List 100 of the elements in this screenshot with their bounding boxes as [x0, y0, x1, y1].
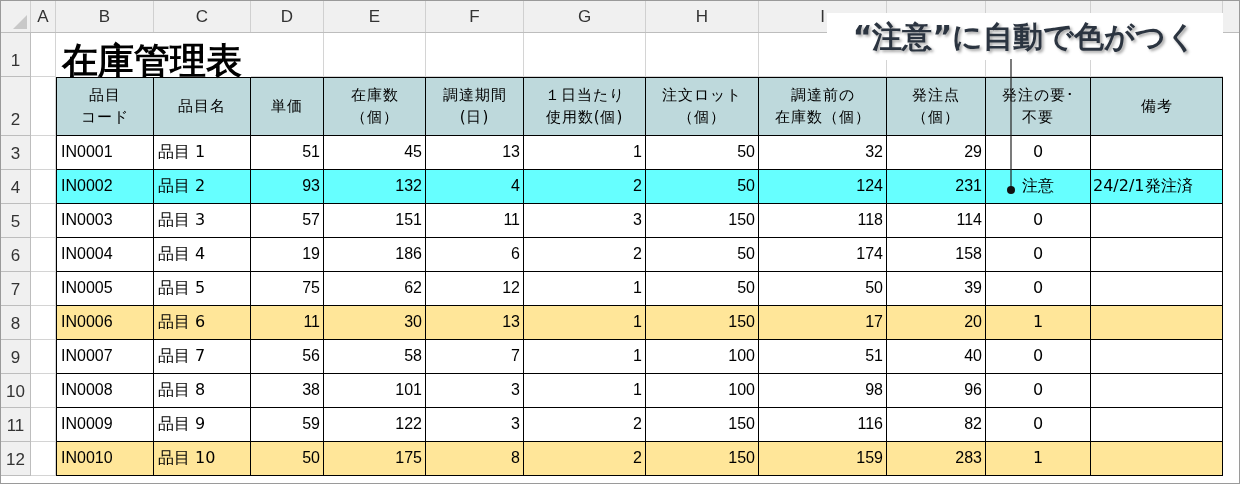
- table-cell: 4: [426, 170, 524, 204]
- row-header[interactable]: 9: [1, 340, 31, 374]
- table-cell: 11: [251, 306, 324, 340]
- column-header[interactable]: I: [820, 3, 825, 30]
- column-header[interactable]: H: [695, 3, 709, 30]
- heading-text: (日): [459, 106, 490, 128]
- row-header[interactable]: 12: [1, 442, 31, 476]
- row-header[interactable]: 8: [1, 306, 31, 340]
- column-header[interactable]: D: [280, 3, 294, 30]
- table-cell: 12: [426, 272, 524, 306]
- table-cell: 114: [887, 204, 986, 238]
- column-header[interactable]: F: [469, 3, 480, 30]
- table-cell: 50: [646, 170, 759, 204]
- table-cell: 62: [324, 272, 426, 306]
- table-cell: IN0010: [56, 442, 154, 476]
- heading-text: 在庫数: [350, 84, 399, 106]
- table-cell: 159: [759, 442, 887, 476]
- heading-text: 発注点: [912, 84, 960, 106]
- table-cell: 231: [887, 170, 986, 204]
- column-header[interactable]: E: [368, 3, 381, 30]
- table-cell: 7: [426, 340, 524, 374]
- table-cell: 174: [759, 238, 887, 272]
- table-cell: 75: [251, 272, 324, 306]
- table-cell: 2: [524, 170, 646, 204]
- table-cell: 注意: [986, 170, 1091, 204]
- table-cell: 0: [986, 204, 1091, 238]
- table-cell: 0: [986, 238, 1091, 272]
- table-cell: 0: [986, 408, 1091, 442]
- table-cell: 3: [426, 374, 524, 408]
- row-header[interactable]: 5: [1, 204, 31, 238]
- table-cell: 50: [251, 442, 324, 476]
- table-cell: 13: [426, 306, 524, 340]
- heading-text: 在庫数（個）: [774, 106, 871, 128]
- table-cell: 品目 2: [154, 170, 251, 204]
- table-cell: 品目 1: [154, 136, 251, 170]
- table-cell: 118: [759, 204, 887, 238]
- table-cell: 1: [524, 272, 646, 306]
- table-cell: 100: [646, 340, 759, 374]
- table-cell: 11: [426, 204, 524, 238]
- table-cell: 1: [524, 306, 646, 340]
- table-cell: 品目 10: [154, 442, 251, 476]
- table-cell: 13: [426, 136, 524, 170]
- table-cell: 151: [324, 204, 426, 238]
- row-header[interactable]: 3: [1, 136, 31, 170]
- table-cell: 32: [759, 136, 887, 170]
- row-header[interactable]: 11: [1, 408, 31, 442]
- column-header[interactable]: B: [98, 3, 111, 30]
- table-cell: 186: [324, 238, 426, 272]
- table-cell: 101: [324, 374, 426, 408]
- row-header[interactable]: 1: [1, 33, 31, 77]
- column-header[interactable]: G: [577, 3, 592, 30]
- table-cell: 品目 7: [154, 340, 251, 374]
- table-cell: IN0007: [56, 340, 154, 374]
- heading-text: 備考: [1140, 95, 1173, 117]
- table-cell: 158: [887, 238, 986, 272]
- table-cell: IN0004: [56, 238, 154, 272]
- table-cell: 1: [524, 136, 646, 170]
- table-cell: 50: [646, 136, 759, 170]
- row-header[interactable]: 4: [1, 170, 31, 204]
- sheet-title: 在庫管理表: [62, 43, 242, 79]
- table-cell: IN0009: [56, 408, 154, 442]
- heading-text: １日当たり: [544, 84, 625, 106]
- column-header[interactable]: A: [37, 3, 49, 30]
- table-cell: 2: [524, 408, 646, 442]
- heading-text: 調達期間: [442, 84, 507, 106]
- heading-text: 不要: [1022, 106, 1054, 128]
- table-cell: 100: [646, 374, 759, 408]
- table-cell: IN0002: [56, 170, 154, 204]
- table-cell: 2: [524, 442, 646, 476]
- heading-text: 品目: [89, 84, 121, 106]
- table-cell: IN0006: [56, 306, 154, 340]
- table-cell: 58: [324, 340, 426, 374]
- table-cell: 98: [759, 374, 887, 408]
- table-cell: 50: [646, 238, 759, 272]
- row-header[interactable]: 7: [1, 272, 31, 306]
- table-cell: IN0003: [56, 204, 154, 238]
- row-header[interactable]: 6: [1, 238, 31, 272]
- table-cell: 品目 3: [154, 204, 251, 238]
- table-cell: IN0001: [56, 136, 154, 170]
- column-header[interactable]: C: [195, 3, 209, 30]
- table-cell: 40: [887, 340, 986, 374]
- row-header[interactable]: 2: [1, 77, 31, 136]
- table-cell: 0: [986, 136, 1091, 170]
- row-header[interactable]: 10: [1, 374, 31, 408]
- table-cell: 57: [251, 204, 324, 238]
- table-cell: 1: [524, 340, 646, 374]
- table-cell: 116: [759, 408, 887, 442]
- table-cell: IN0008: [56, 374, 154, 408]
- table-cell: 品目 5: [154, 272, 251, 306]
- table-cell: 2: [524, 238, 646, 272]
- heading-text: （個）: [678, 106, 726, 128]
- heading-text: 注文ロット: [662, 84, 742, 106]
- heading-text: 品目名: [178, 95, 226, 117]
- table-cell: 1: [986, 306, 1091, 340]
- select-all-icon[interactable]: [13, 15, 27, 29]
- table-cell: 132: [324, 170, 426, 204]
- table-cell: 0: [986, 374, 1091, 408]
- callout-text: “注意”に自動で色がつく: [827, 13, 1223, 60]
- table-cell: IN0005: [56, 272, 154, 306]
- table-cell: 0: [986, 340, 1091, 374]
